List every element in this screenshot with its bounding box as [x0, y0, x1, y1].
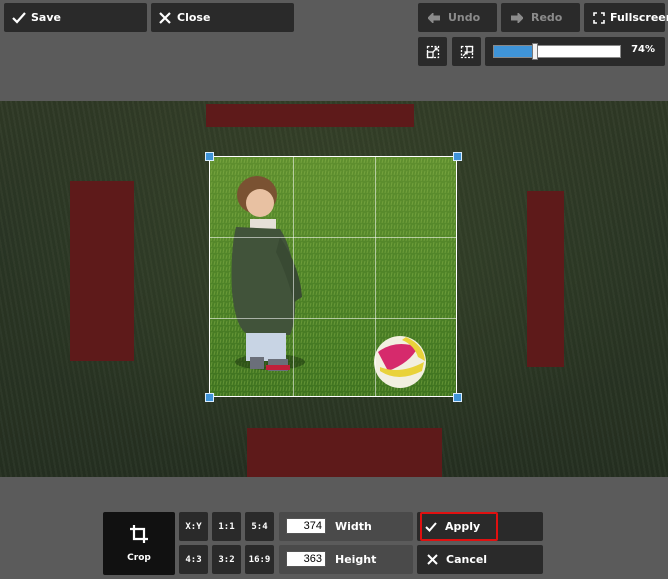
- cancel-button-label: Cancel: [446, 553, 488, 566]
- marker-right: [527, 191, 564, 367]
- redo-arrow-icon: [511, 12, 523, 23]
- ratio-3-2-button[interactable]: 3:2: [212, 545, 241, 574]
- height-row: Height: [279, 545, 413, 574]
- apply-button[interactable]: Apply: [417, 512, 543, 541]
- zoom-slider-handle[interactable]: [532, 43, 538, 60]
- crop-handle-bottom-right[interactable]: [453, 393, 462, 402]
- crop-tool-button[interactable]: Crop: [103, 512, 175, 575]
- fullscreen-button[interactable]: Fullscreen: [584, 3, 668, 32]
- zoom-in-icon: [460, 45, 474, 59]
- crop-handle-top-right[interactable]: [453, 152, 462, 161]
- undo-arrow-icon: [428, 12, 440, 23]
- fullscreen-icon: [593, 11, 605, 24]
- crop-tool-label: Crop: [127, 553, 151, 563]
- grid-line-vertical: [293, 157, 294, 396]
- photo-preview: [210, 157, 456, 396]
- cancel-button[interactable]: Cancel: [417, 545, 543, 574]
- width-row: Width: [279, 512, 413, 541]
- marker-left: [70, 181, 134, 361]
- fullscreen-button-label: Fullscreen: [610, 11, 668, 24]
- zoom-in-button[interactable]: [452, 37, 481, 66]
- zoom-out-icon: [426, 45, 440, 59]
- grid-line-horizontal: [210, 318, 456, 319]
- crop-icon: [129, 524, 149, 547]
- crop-handle-top-left[interactable]: [205, 152, 214, 161]
- marker-bottom: [247, 428, 442, 477]
- height-label: Height: [335, 553, 377, 566]
- apply-highlight: [420, 512, 498, 541]
- crop-handle-bottom-left[interactable]: [205, 393, 214, 402]
- save-button-label: Save: [31, 11, 61, 24]
- save-button[interactable]: Save: [4, 3, 147, 32]
- zoom-slider-panel: 74%: [485, 37, 665, 66]
- zoom-slider-fill: [494, 46, 535, 57]
- grid-line-horizontal: [210, 237, 456, 238]
- redo-button-label: Redo: [531, 11, 563, 24]
- close-button[interactable]: Close: [151, 3, 294, 32]
- ratio-5-4-button[interactable]: 5:4: [245, 512, 274, 541]
- crop-selection[interactable]: [209, 156, 457, 397]
- width-label: Width: [335, 520, 372, 533]
- check-icon: [12, 11, 26, 24]
- ratio-1-1-button[interactable]: 1:1: [212, 512, 241, 541]
- zoom-percentage: 74%: [631, 44, 655, 55]
- ratio-16-9-button[interactable]: 16:9: [245, 545, 274, 574]
- width-input[interactable]: [286, 518, 326, 534]
- ratio-xy-button[interactable]: X:Y: [179, 512, 208, 541]
- image-canvas[interactable]: [0, 101, 668, 477]
- undo-button-label: Undo: [448, 11, 481, 24]
- undo-button[interactable]: Undo: [418, 3, 497, 32]
- marker-top: [206, 104, 414, 127]
- zoom-out-button[interactable]: [418, 37, 447, 66]
- close-button-label: Close: [177, 11, 211, 24]
- ratio-4-3-button[interactable]: 4:3: [179, 545, 208, 574]
- height-input[interactable]: [286, 551, 326, 567]
- zoom-slider[interactable]: [493, 43, 621, 60]
- grid-line-vertical: [375, 157, 376, 396]
- close-icon: [427, 554, 438, 565]
- redo-button[interactable]: Redo: [501, 3, 580, 32]
- close-icon: [159, 11, 171, 24]
